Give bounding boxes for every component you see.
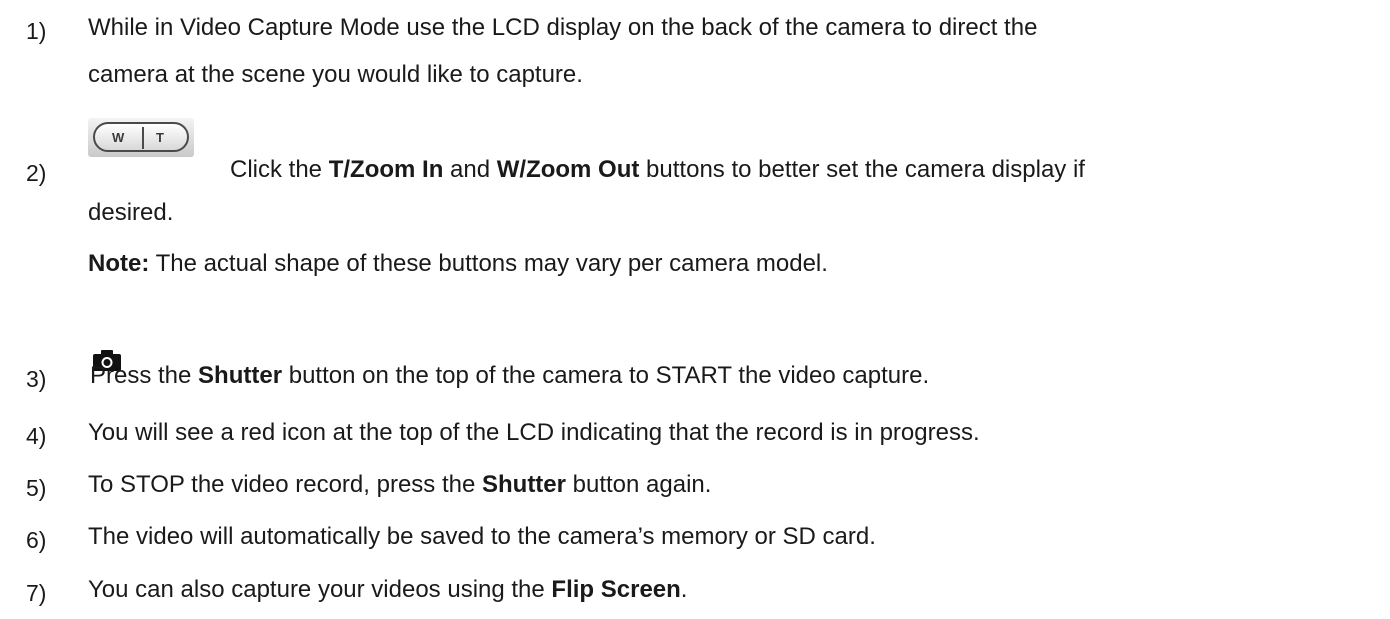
- shutter-label: Shutter: [481, 471, 566, 498]
- step-text-continued: camera at the scene you would like to ca…: [88, 61, 583, 88]
- step-number: 1): [26, 18, 47, 44]
- zoom-in-label: T/Zoom In: [328, 156, 444, 183]
- step-number: 2): [26, 160, 47, 186]
- step-number: 6): [26, 527, 47, 553]
- text-segment: You can also capture your videos using t…: [88, 576, 552, 603]
- step-text: You will see a red icon at the top of th…: [88, 419, 980, 446]
- step-number: 4): [26, 423, 47, 449]
- text-segment: To STOP the video record, press the: [88, 471, 482, 498]
- note-label: Note:: [88, 250, 150, 277]
- step-text-continued: desired.: [88, 199, 174, 226]
- step-text: Click the T/Zoom In and W/Zoom Out butto…: [230, 155, 1085, 185]
- shutter-label: Shutter: [198, 362, 283, 389]
- zoom-divider: [142, 127, 144, 149]
- step-note: Note: The actual shape of these buttons …: [88, 249, 828, 279]
- zoom-wt-button-image: W T: [88, 118, 194, 157]
- step-text: Press the Shutter button on the top of t…: [90, 361, 929, 391]
- zoom-t-label: T: [156, 130, 164, 145]
- step-text: You can also capture your videos using t…: [88, 575, 687, 605]
- zoom-w-label: W: [112, 130, 125, 145]
- text-segment: .: [680, 576, 688, 603]
- text-segment: Click the: [230, 156, 329, 183]
- text-segment: Press the: [90, 362, 199, 389]
- text-segment: button on the top of the camera to START…: [282, 362, 930, 389]
- step-text: The video will automatically be saved to…: [88, 523, 876, 550]
- step-number: 3): [26, 366, 47, 392]
- note-text: The actual shape of these buttons may va…: [149, 250, 828, 277]
- text-segment: and: [443, 156, 497, 183]
- zoom-wt-pill: W T: [93, 122, 189, 152]
- flip-screen-label: Flip Screen: [551, 576, 681, 603]
- step-number: 7): [26, 580, 47, 606]
- zoom-out-label: W/Zoom Out: [496, 156, 640, 183]
- step-text: While in Video Capture Mode use the LCD …: [88, 14, 1038, 41]
- step-number: 5): [26, 475, 47, 501]
- step-text: To STOP the video record, press the Shut…: [88, 470, 711, 500]
- text-segment: buttons to better set the camera display…: [639, 156, 1085, 183]
- text-segment: button again.: [565, 471, 712, 498]
